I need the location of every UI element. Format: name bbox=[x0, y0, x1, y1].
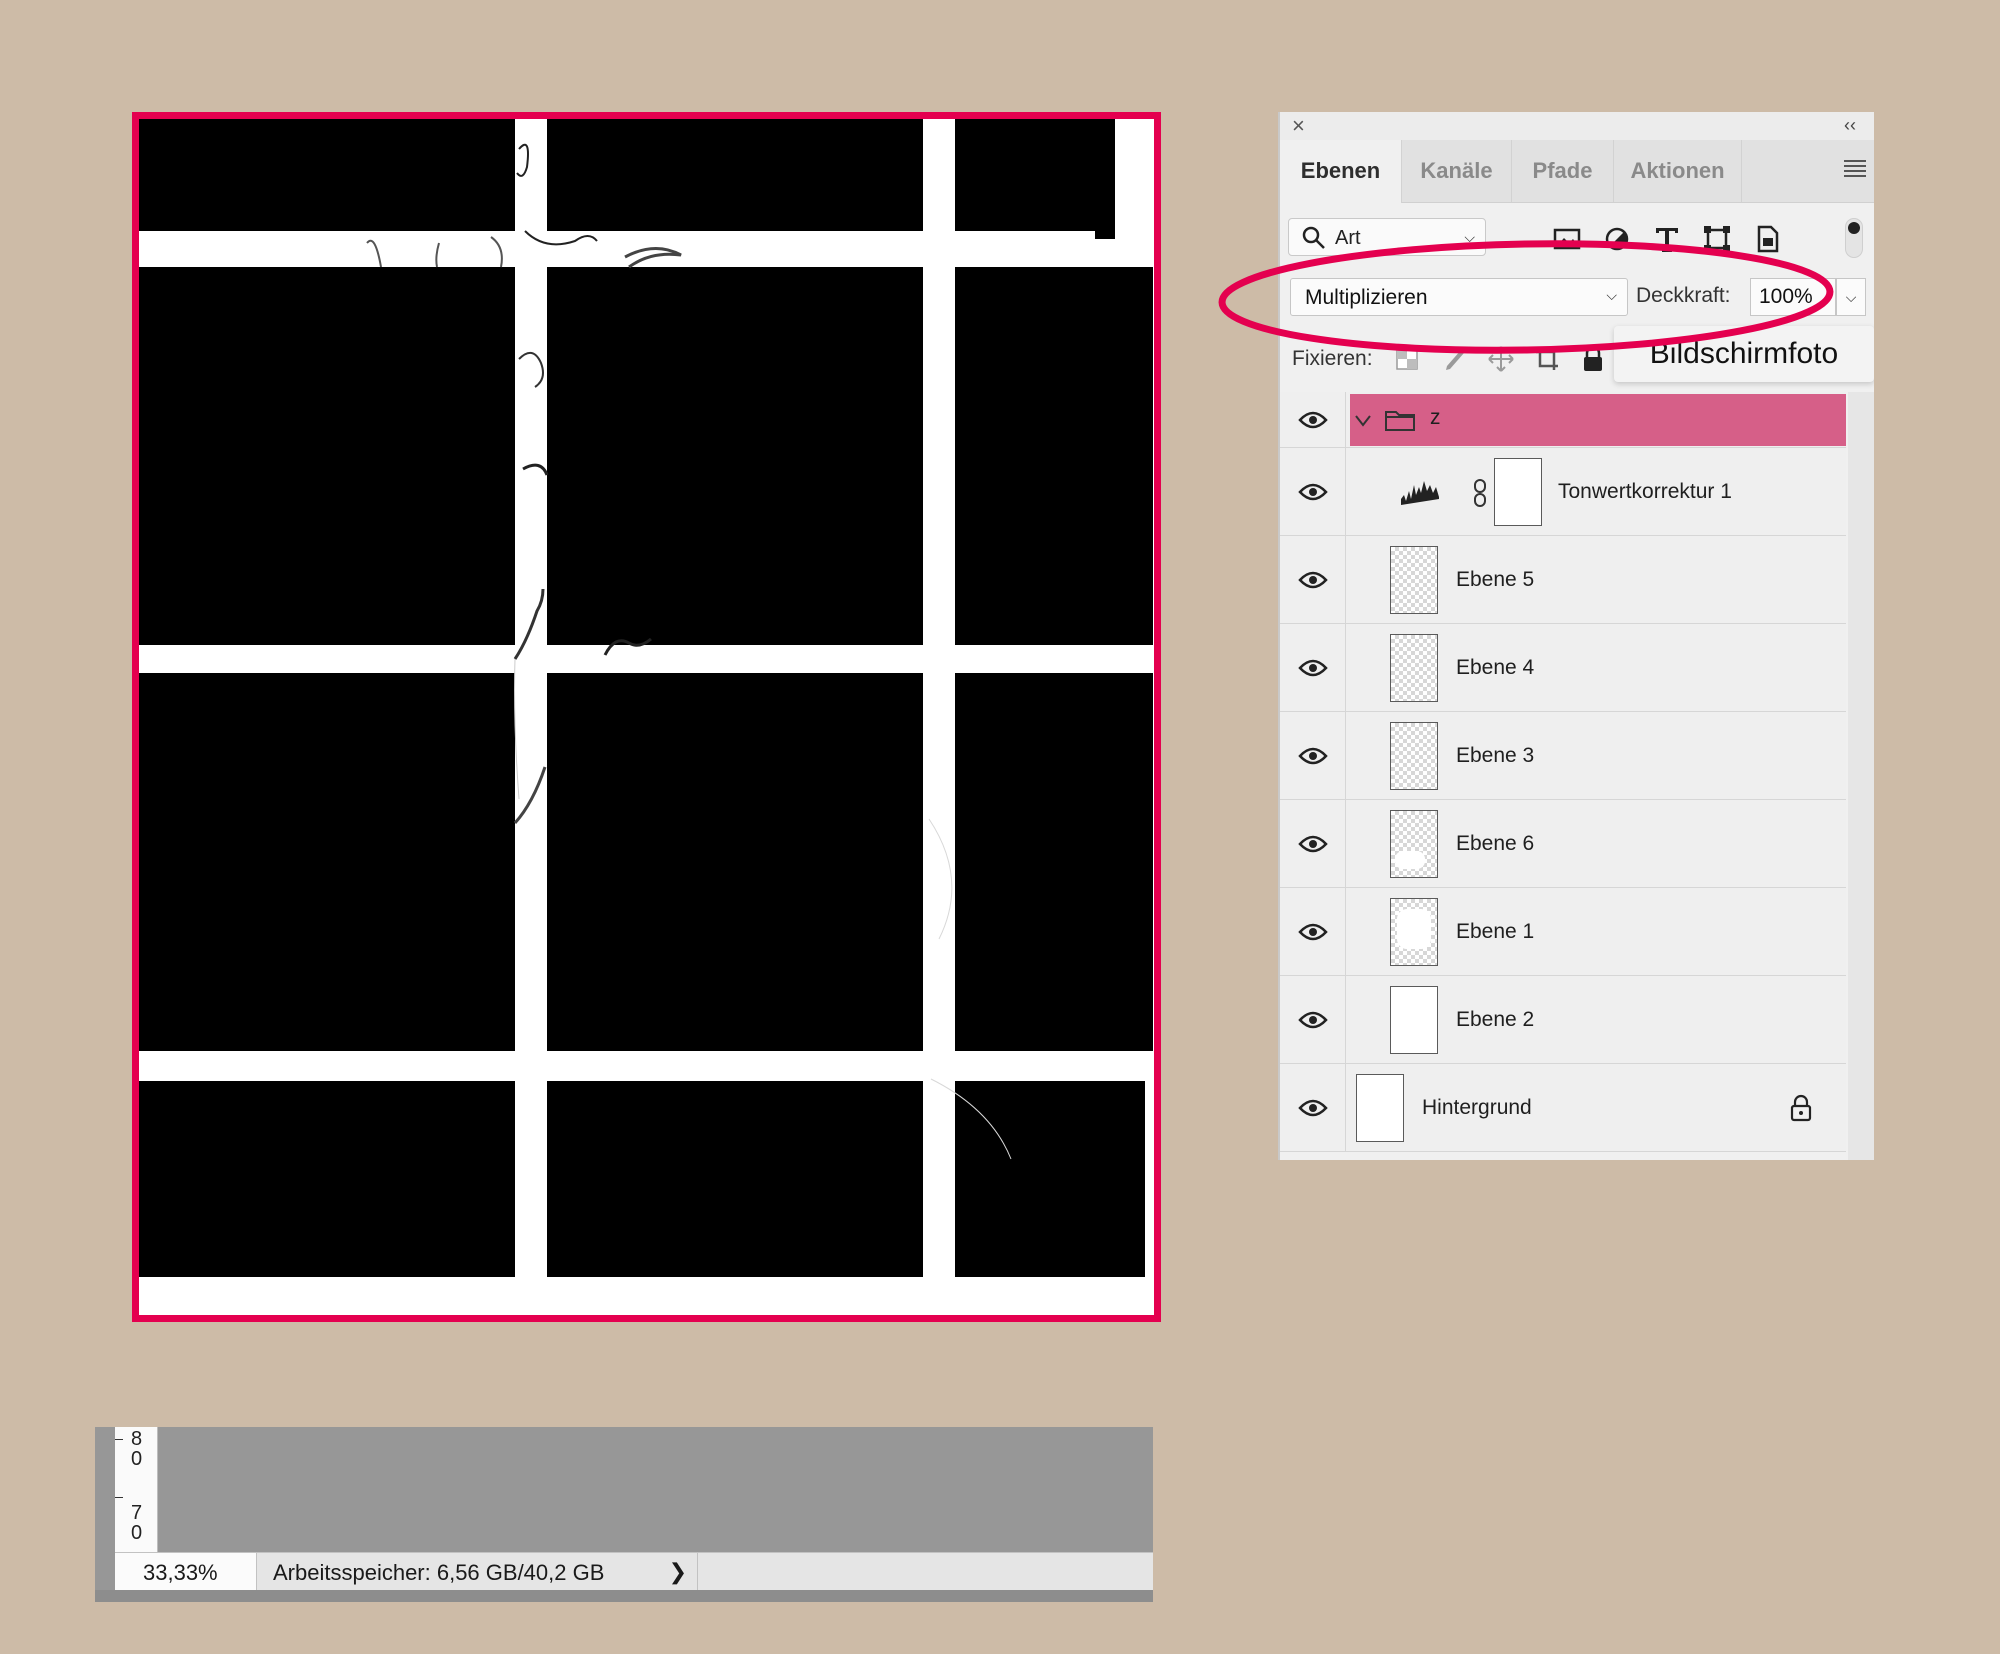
document-info[interactable]: Arbeitsspeicher: 6,56 GB/40,2 GB ❯ bbox=[265, 1553, 698, 1591]
chevron-right-icon[interactable]: ❯ bbox=[669, 1559, 687, 1585]
layer-name: Ebene 1 bbox=[1456, 920, 1535, 943]
layer-row-ebene-6[interactable]: Ebene 6 bbox=[1280, 800, 1846, 888]
eye-icon[interactable] bbox=[1298, 410, 1328, 430]
lock-artboard-icon[interactable] bbox=[1532, 344, 1562, 374]
layers-list: z Tonwertkorrektur 1 Ebene 5 Ebene 4 Ebe… bbox=[1280, 392, 1846, 1160]
layer-name: Ebene 2 bbox=[1456, 1008, 1535, 1031]
layer-thumbnail bbox=[1390, 898, 1438, 966]
layer-name: Hintergrund bbox=[1422, 1096, 1532, 1119]
eye-icon[interactable] bbox=[1298, 746, 1328, 766]
layer-row-group-z[interactable]: z bbox=[1280, 392, 1846, 448]
chevron-down-icon[interactable] bbox=[1354, 414, 1372, 428]
document-window-bottom: 8 0 7 0 33,33% Arbeitsspeicher: 6,56 GB/… bbox=[95, 1427, 1153, 1602]
document-canvas[interactable] bbox=[132, 112, 1161, 1322]
filter-toggle-switch[interactable] bbox=[1845, 218, 1863, 258]
layer-row-ebene-3[interactable]: Ebene 3 bbox=[1280, 712, 1846, 800]
layer-thumbnail bbox=[1390, 986, 1438, 1054]
search-icon bbox=[1302, 226, 1325, 249]
layer-thumbnail bbox=[1390, 634, 1438, 702]
ruler-label: 7 bbox=[131, 1502, 143, 1524]
layer-thumbnail bbox=[1390, 810, 1438, 878]
opacity-dropdown-button[interactable]: ⌵ bbox=[1836, 278, 1866, 316]
sketch-lines bbox=[366, 143, 1012, 1160]
eye-icon[interactable] bbox=[1298, 658, 1328, 678]
zoom-level-field[interactable]: 33,33% bbox=[115, 1553, 257, 1591]
layer-row-ebene-1[interactable]: Ebene 1 bbox=[1280, 888, 1846, 976]
tab-kanaele[interactable]: Kanäle bbox=[1402, 140, 1512, 202]
layer-name: Tonwertkorrektur 1 bbox=[1558, 480, 1732, 503]
memory-info-text: Arbeitsspeicher: 6,56 GB/40,2 GB bbox=[273, 1560, 605, 1585]
tab-aktionen[interactable]: Aktionen bbox=[1614, 140, 1742, 202]
layer-row-ebene-2[interactable]: Ebene 2 bbox=[1280, 976, 1846, 1064]
pixel-filter-icon[interactable] bbox=[1550, 222, 1584, 256]
layer-row-tonwertkorrektur[interactable]: Tonwertkorrektur 1 bbox=[1280, 448, 1846, 536]
shape-filter-icon[interactable] bbox=[1700, 222, 1734, 256]
levels-histogram-icon bbox=[1401, 481, 1439, 505]
layer-row-hintergrund[interactable]: Hintergrund bbox=[1280, 1064, 1846, 1152]
smart-object-filter-icon[interactable] bbox=[1750, 222, 1784, 256]
tooltip: Bildschirmfoto bbox=[1614, 326, 1874, 382]
lock-icon[interactable] bbox=[1788, 1094, 1814, 1122]
adjustment-filter-icon[interactable] bbox=[1600, 222, 1634, 256]
link-icon[interactable] bbox=[1472, 478, 1488, 508]
type-filter-icon[interactable] bbox=[1650, 222, 1684, 256]
folder-icon bbox=[1385, 411, 1415, 431]
blend-mode-value: Multiplizieren bbox=[1305, 286, 1428, 309]
layer-name: Ebene 4 bbox=[1456, 656, 1535, 679]
collapse-panel-icon[interactable]: ‹‹ bbox=[1844, 114, 1856, 136]
close-icon[interactable]: × bbox=[1292, 114, 1305, 138]
panel-header: × ‹‹ bbox=[1280, 112, 1874, 140]
ruler-label: 0 bbox=[131, 1448, 143, 1470]
layer-name: Ebene 3 bbox=[1456, 744, 1535, 767]
eye-icon[interactable] bbox=[1298, 1010, 1328, 1030]
eye-icon[interactable] bbox=[1298, 1098, 1328, 1118]
opacity-label: Deckkraft: bbox=[1636, 284, 1731, 307]
panel-tabs: Ebenen Kanäle Pfade Aktionen bbox=[1280, 140, 1874, 203]
lock-image-pixels-icon[interactable] bbox=[1440, 344, 1470, 374]
eye-icon[interactable] bbox=[1298, 834, 1328, 854]
eye-icon[interactable] bbox=[1298, 482, 1328, 502]
layer-name: Ebene 5 bbox=[1456, 568, 1535, 591]
layer-thumbnail bbox=[1390, 722, 1438, 790]
blend-mode-select[interactable]: Multiplizieren ⌵ bbox=[1290, 278, 1628, 316]
layers-scrollbar[interactable] bbox=[1848, 392, 1874, 1160]
opacity-input[interactable]: 100% bbox=[1750, 278, 1836, 316]
lock-position-icon[interactable] bbox=[1486, 344, 1516, 374]
layer-name: Ebene 6 bbox=[1456, 832, 1535, 855]
vertical-ruler: 8 0 7 0 bbox=[115, 1427, 158, 1552]
eye-icon[interactable] bbox=[1298, 570, 1328, 590]
eye-icon[interactable] bbox=[1298, 922, 1328, 942]
ruler-label: 8 bbox=[131, 1428, 143, 1450]
chevron-down-icon: ⌵ bbox=[1464, 229, 1475, 245]
layer-thumbnail bbox=[1390, 546, 1438, 614]
lock-transparency-icon[interactable] bbox=[1392, 344, 1422, 374]
zoom-level: 33,33% bbox=[143, 1560, 218, 1585]
layers-panel: × ‹‹ Ebenen Kanäle Pfade Aktionen Art ⌵ bbox=[1278, 112, 1874, 1160]
tab-pfade[interactable]: Pfade bbox=[1512, 140, 1614, 202]
layer-row-ebene-5[interactable]: Ebene 5 bbox=[1280, 536, 1846, 624]
layer-filter-select[interactable]: Art ⌵ bbox=[1288, 218, 1486, 256]
layer-thumbnail bbox=[1356, 1074, 1404, 1142]
tab-ebenen[interactable]: Ebenen bbox=[1280, 140, 1402, 203]
chevron-down-icon: ⌵ bbox=[1606, 287, 1617, 303]
filter-label: Art bbox=[1335, 227, 1361, 249]
status-bar: 33,33% Arbeitsspeicher: 6,56 GB/40,2 GB … bbox=[115, 1552, 1153, 1591]
panel-menu-icon[interactable] bbox=[1844, 160, 1866, 177]
layer-name: z bbox=[1430, 406, 1441, 429]
lock-all-icon[interactable] bbox=[1578, 344, 1608, 374]
layer-mask-thumbnail[interactable] bbox=[1494, 458, 1542, 526]
layer-row-ebene-4[interactable]: Ebene 4 bbox=[1280, 624, 1846, 712]
ruler-label: 0 bbox=[131, 1522, 143, 1544]
lock-label: Fixieren: bbox=[1292, 347, 1373, 370]
